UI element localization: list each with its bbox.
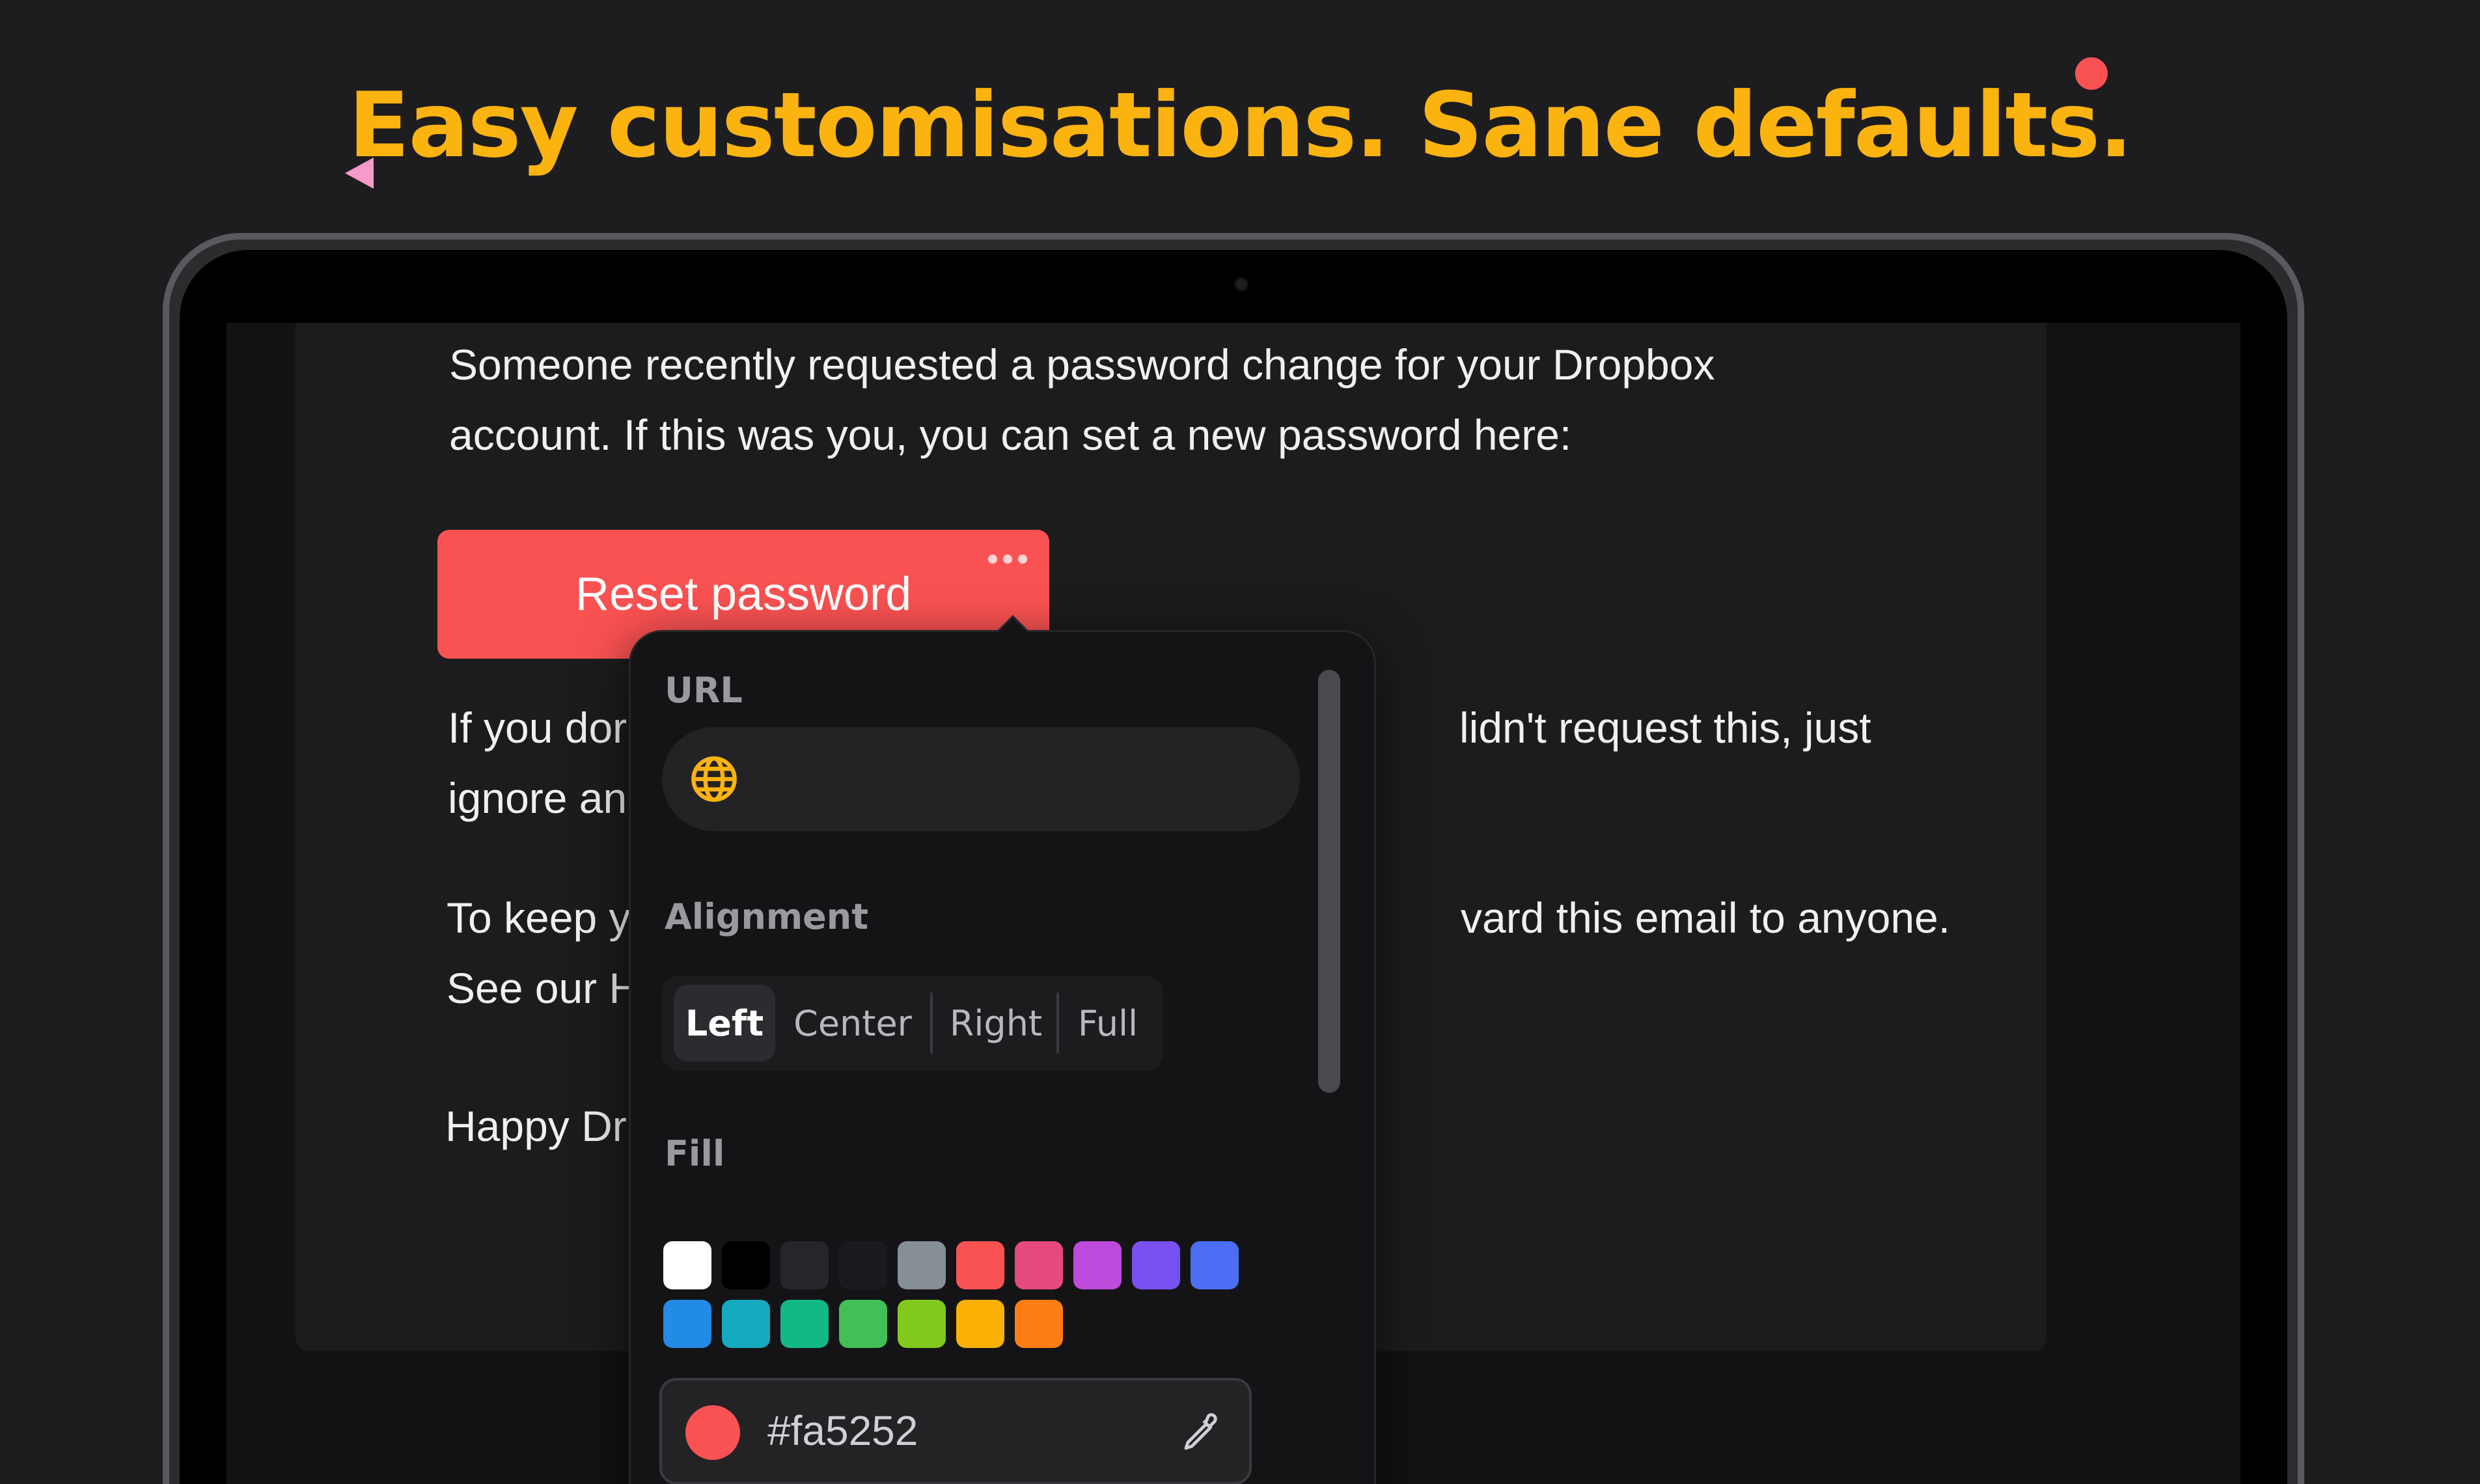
promo-stage: Easy customisations. Sane defaults. Some… [0, 0, 2480, 1484]
reset-password-label: Reset password [575, 568, 912, 620]
email-paragraph-2-left: If you dor ignore and [448, 693, 651, 833]
hex-color-input[interactable]: #fa5252 [659, 1378, 1252, 1484]
email-line-1: Someone recently requested a password ch… [449, 340, 1715, 389]
email-signoff: Happy Dr [445, 1102, 627, 1150]
globe-icon [691, 756, 737, 802]
swatch-yellow[interactable] [956, 1300, 1004, 1348]
segment-divider [1056, 993, 1059, 1054]
email-paragraph-3-left: To keep y See our H [447, 883, 640, 1023]
url-input[interactable] [662, 727, 1300, 831]
swatch-blue[interactable] [663, 1300, 711, 1348]
alignment-segmented-control: Left Center Right Full [662, 976, 1163, 1071]
camera-icon [1234, 277, 1248, 292]
color-preview-chip [685, 1405, 740, 1460]
swatch-violet[interactable] [1132, 1241, 1180, 1289]
email-text-fragment: vard this email to anyone. [1461, 894, 1951, 942]
decorative-triangle [345, 158, 374, 189]
more-options-icon[interactable] [988, 555, 1027, 564]
decorative-dot [2075, 57, 2108, 90]
alignment-right-option[interactable]: Right [935, 985, 1056, 1062]
swatch-charcoal[interactable] [839, 1241, 887, 1289]
url-label: URL [665, 670, 743, 711]
segment-divider [930, 993, 933, 1054]
swatch-indigo[interactable] [1191, 1241, 1239, 1289]
swatch-red[interactable] [956, 1241, 1004, 1289]
alignment-center-option[interactable]: Center [783, 985, 922, 1062]
alignment-full-option[interactable]: Full [1060, 985, 1155, 1062]
swatch-dark-gray[interactable] [780, 1241, 829, 1289]
alignment-left-option[interactable]: Left [674, 985, 775, 1062]
swatch-pink[interactable] [1015, 1241, 1063, 1289]
button-settings-popover: URL Alignment Left Center Right Full Fil… [629, 614, 1376, 1484]
swatch-white[interactable] [663, 1241, 711, 1289]
swatch-lime[interactable] [898, 1300, 946, 1348]
popover-scrollbar[interactable] [1318, 670, 1340, 1093]
email-paragraph-1: Someone recently requested a password ch… [449, 329, 1715, 470]
email-text-fragment: ignore and [448, 774, 651, 822]
swatch-black[interactable] [722, 1241, 770, 1289]
email-text-fragment: To keep y [447, 894, 631, 942]
email-line-2: account. If this was you, you can set a … [449, 411, 1572, 459]
swatch-grape[interactable] [1073, 1241, 1122, 1289]
swatch-green[interactable] [839, 1300, 887, 1348]
swatch-orange[interactable] [1015, 1300, 1063, 1348]
eyedropper-icon[interactable] [1176, 1409, 1223, 1456]
email-text-fragment: If you dor [448, 704, 627, 752]
fill-label: Fill [665, 1133, 725, 1174]
email-text-fragment: lidn't request this, just [1459, 704, 1871, 752]
hex-value: #fa5252 [767, 1407, 918, 1454]
swatch-gray[interactable] [898, 1241, 946, 1289]
swatch-cyan[interactable] [722, 1300, 770, 1348]
alignment-label: Alignment [665, 896, 869, 937]
swatch-teal[interactable] [780, 1300, 829, 1348]
email-text-fragment: See our H [447, 964, 641, 1012]
